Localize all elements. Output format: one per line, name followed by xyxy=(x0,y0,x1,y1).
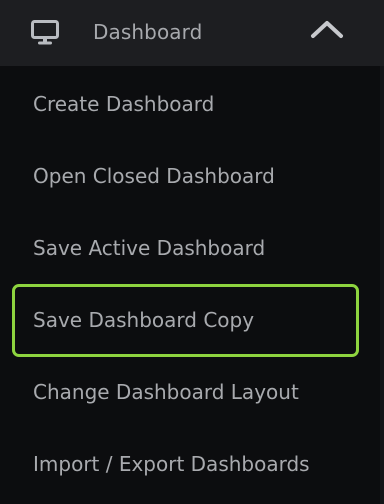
scrollbar[interactable] xyxy=(380,66,384,504)
dashboard-menu-panel: Dashboard Create Dashboard Open Closed D… xyxy=(0,0,384,504)
menu-item-save-active-dashboard[interactable]: Save Active Dashboard xyxy=(0,212,384,284)
menu-item-label: Save Dashboard Copy xyxy=(33,308,255,332)
menu-item-change-dashboard-layout[interactable]: Change Dashboard Layout xyxy=(0,356,384,428)
chevron-up-icon[interactable] xyxy=(310,19,344,39)
dashboard-section-header[interactable]: Dashboard xyxy=(0,0,384,66)
menu-item-label: Save Active Dashboard xyxy=(33,236,266,260)
menu-item-label: Open Closed Dashboard xyxy=(33,164,275,188)
menu-item-label: Change Dashboard Layout xyxy=(33,380,299,404)
menu-item-import-export-dashboards[interactable]: Import / Export Dashboards xyxy=(0,428,384,500)
dashboard-header-title: Dashboard xyxy=(93,20,203,44)
menu-item-save-dashboard-copy[interactable]: Save Dashboard Copy xyxy=(0,280,384,357)
monitor-icon xyxy=(31,20,59,45)
menu-item-create-dashboard[interactable]: Create Dashboard xyxy=(0,68,384,140)
menu-item-open-closed-dashboard[interactable]: Open Closed Dashboard xyxy=(0,140,384,212)
menu-item-label: Import / Export Dashboards xyxy=(33,452,310,476)
menu-item-label: Create Dashboard xyxy=(33,92,215,116)
